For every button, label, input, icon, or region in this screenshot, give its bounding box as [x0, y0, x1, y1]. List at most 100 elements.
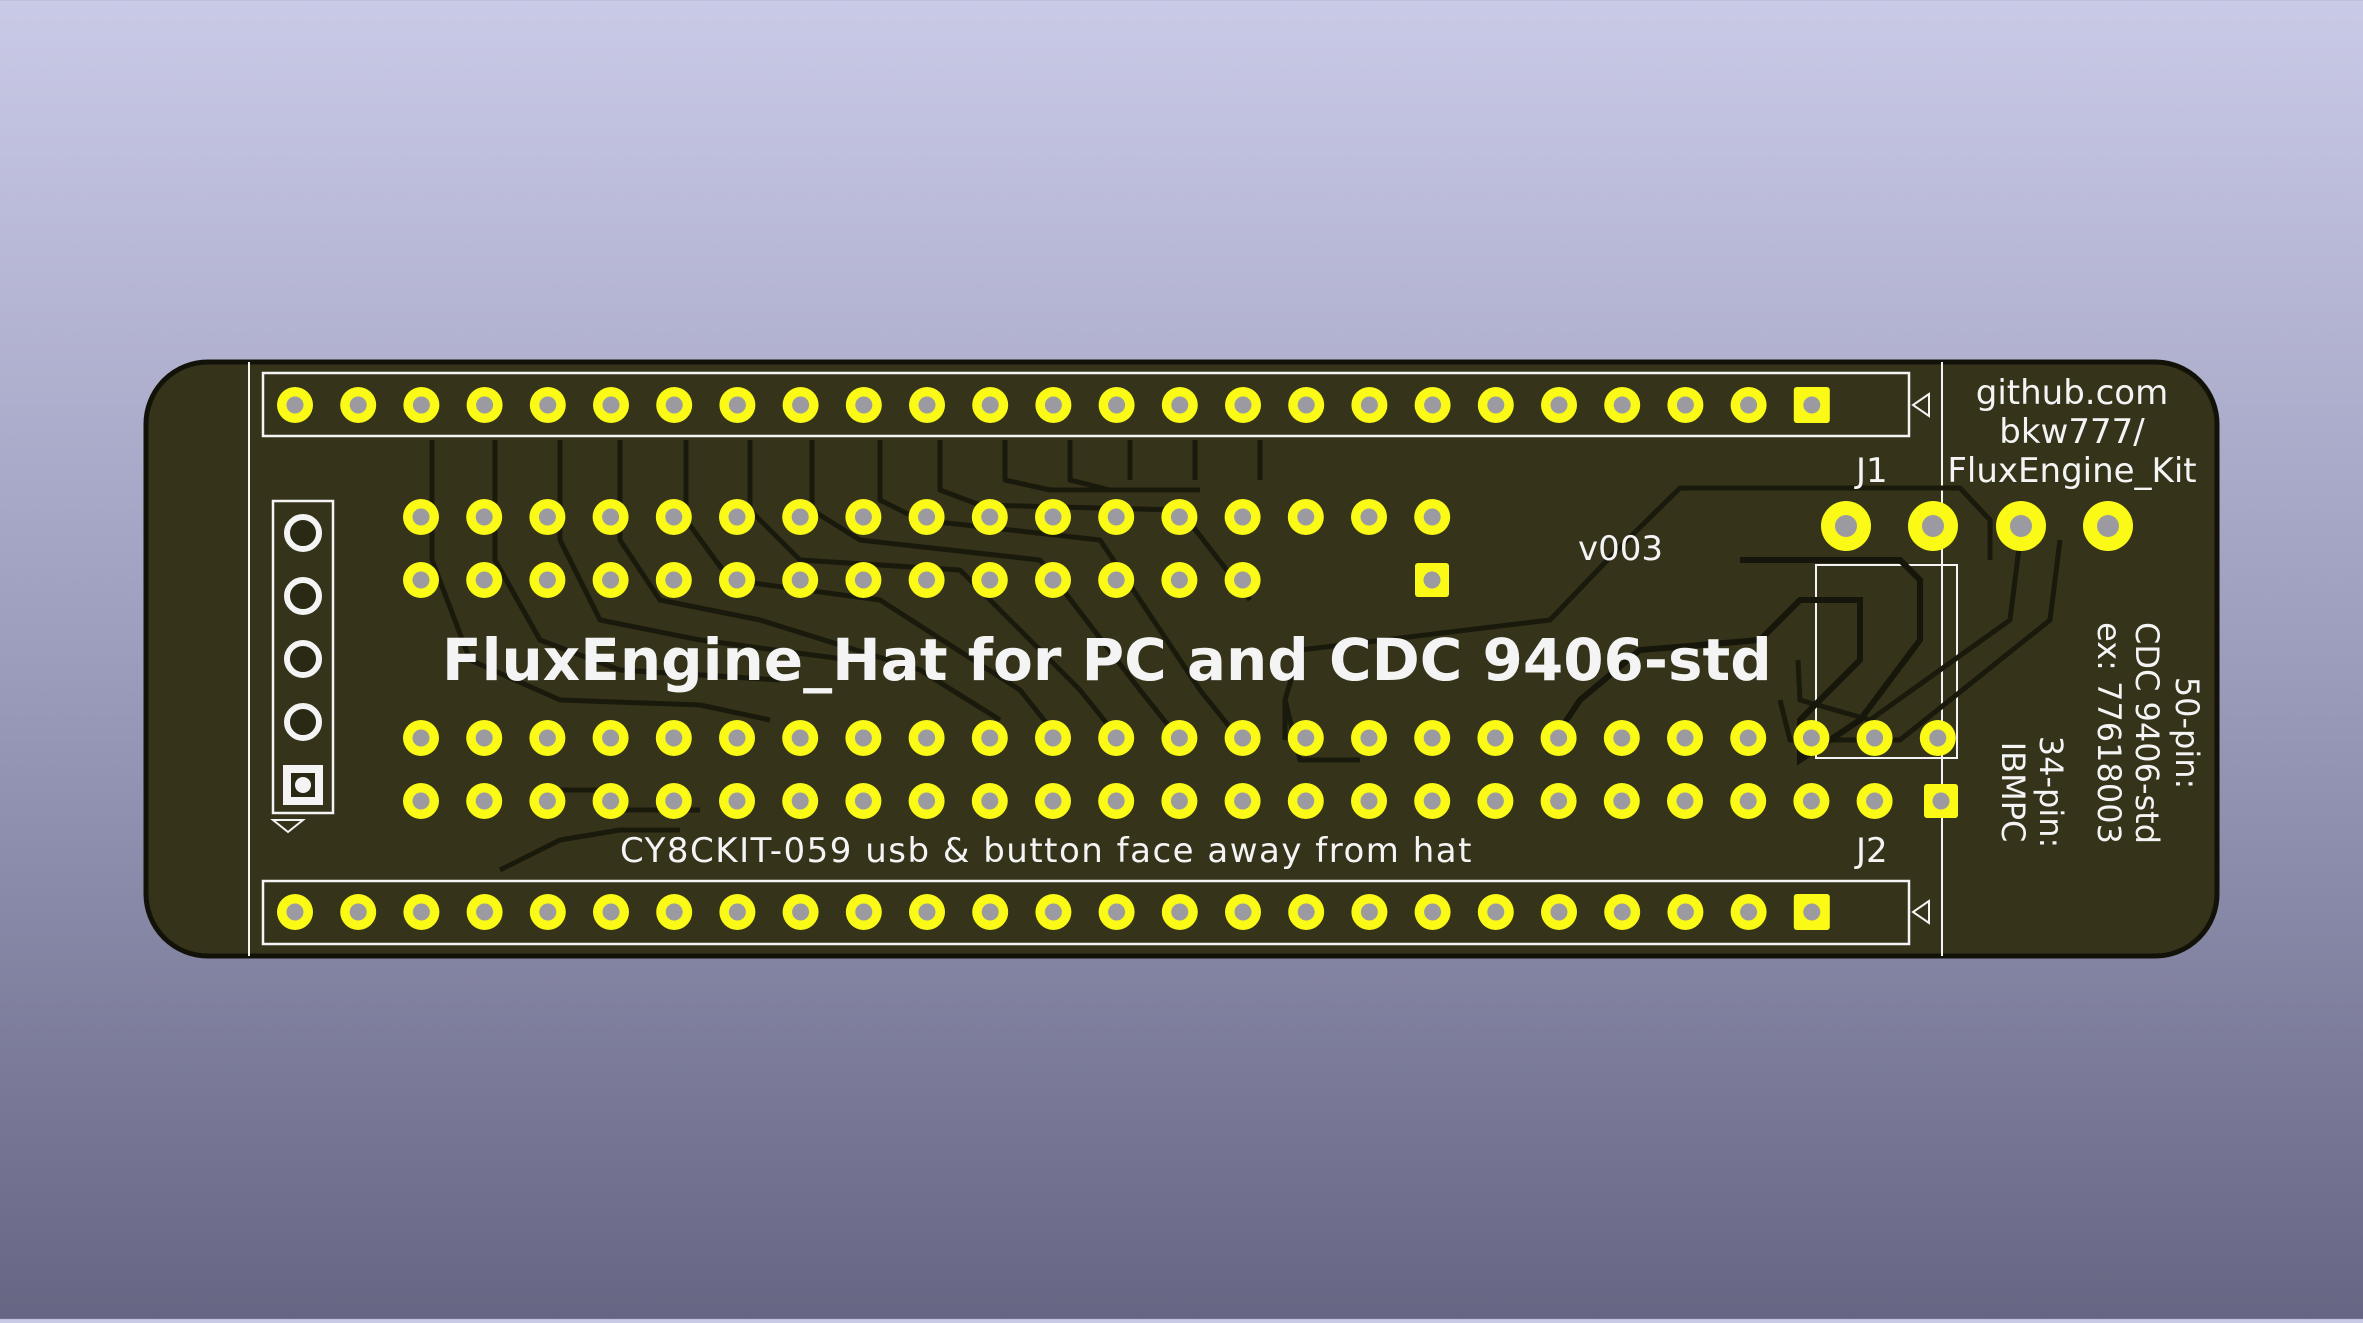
module-lower-row2-pad-drill — [1360, 792, 1378, 810]
module-lower-row1-pad-drill — [728, 729, 746, 747]
connector-large-pad-drill — [1835, 515, 1857, 537]
repo-line-2: bkw777/ — [1999, 412, 2145, 452]
pcb-board-render: FluxEngine_Hat for PC and CDC 9406-std v… — [143, 359, 2220, 959]
j2-bottom-pad-drill — [855, 903, 873, 921]
j1-top-pad-drill — [918, 396, 936, 414]
module-lower-row2-pad-drill — [1234, 792, 1252, 810]
module-upper-row1-pad-drill — [854, 508, 872, 526]
j1-top-pad-drill — [1740, 396, 1758, 414]
module-upper-row2-pad-drill — [728, 571, 746, 589]
j2-bottom-pad-drill — [1550, 903, 1568, 921]
j1-top-pad-drill — [1108, 396, 1126, 414]
module-note: CY8CKIT-059 usb & button face away from … — [620, 831, 1473, 871]
module-upper-square-pad-drill — [1423, 571, 1441, 589]
module-lower-row1-pad-drill — [1866, 729, 1884, 747]
j1-top-pad-drill — [981, 396, 999, 414]
j2-bottom-pad-drill — [1360, 903, 1378, 921]
module-upper-row1-pad-drill — [602, 508, 620, 526]
j1-top-pad-drill — [476, 396, 494, 414]
version-label: v003 — [1578, 529, 1663, 569]
repo-line-3: FluxEngine_Kit — [1947, 451, 2196, 491]
module-upper-row2-pad-drill — [665, 571, 683, 589]
j2-bottom-pad-drill — [981, 903, 999, 921]
module-lower-row1-pad-drill — [791, 729, 809, 747]
j2-bottom-pad-drill — [1676, 903, 1694, 921]
module-lower-row2-pad-drill — [1866, 792, 1884, 810]
j1-top-pad-square-drill — [1803, 396, 1821, 414]
module-upper-row2-pad-drill — [1107, 571, 1125, 589]
module-lower-row2-pad-drill — [1044, 792, 1062, 810]
module-lower-row1-pad-drill — [1107, 729, 1125, 747]
module-upper-row1-pad-drill — [665, 508, 683, 526]
j2-bottom-pad-drill — [1234, 903, 1252, 921]
j1-top-pad-drill — [792, 396, 810, 414]
j2-bottom-pad-drill — [412, 903, 430, 921]
module-upper-row1-pad-drill — [981, 508, 999, 526]
module-upper-row2-pad-drill — [981, 571, 999, 589]
module-upper-row2-pad-drill — [1170, 571, 1188, 589]
module-lower-row2-pad-drill — [412, 792, 430, 810]
j3-pad — [284, 640, 322, 678]
module-lower-row1-pad-drill — [1550, 729, 1568, 747]
module-lower-row2-pad-drill — [475, 792, 493, 810]
j2-bottom-pad-drill — [792, 903, 810, 921]
module-lower-row1-pad-drill — [665, 729, 683, 747]
module-lower-row2-pad-drill — [918, 792, 936, 810]
module-lower-row1-pad-drill — [538, 729, 556, 747]
j2-bottom-pad-drill — [1171, 903, 1189, 921]
module-lower-row1-pad-drill — [1739, 729, 1757, 747]
j3-pad — [284, 514, 322, 552]
j1-top-pad-drill — [1044, 396, 1062, 414]
module-lower-row1-pad-drill — [1676, 729, 1694, 747]
module-upper-row1-pad-drill — [728, 508, 746, 526]
pcb-3d-viewport[interactable]: FluxEngine_Hat for PC and CDC 9406-std v… — [0, 0, 2363, 1319]
pin34-line-2: IBMPC — [1994, 742, 2032, 843]
j1-top-pad-drill — [728, 396, 746, 414]
module-lower-row2-pad-drill — [665, 792, 683, 810]
module-lower-row2-pad-drill — [1802, 792, 1820, 810]
j2-bottom-pad-drill — [918, 903, 936, 921]
module-lower-row2-pad-drill — [1550, 792, 1568, 810]
module-lower-row1-pad-drill — [602, 729, 620, 747]
module-upper-row1-pad-drill — [1107, 508, 1125, 526]
j2-bottom-pad-drill — [1613, 903, 1631, 921]
module-lower-row2-pad-drill — [728, 792, 746, 810]
pin50-line-2: CDC 9406-std — [2128, 622, 2166, 844]
module-lower-row1-pad-drill — [854, 729, 872, 747]
ref-j2: J2 — [1854, 831, 1888, 871]
j3-pad-square-drill — [295, 777, 311, 793]
module-upper-row1-pad-drill — [1297, 508, 1315, 526]
connector-large-pad-drill — [2010, 515, 2032, 537]
module-lower-row1-pad-drill — [1929, 729, 1947, 747]
j2-bottom-pad-drill — [1044, 903, 1062, 921]
j1-top-pad-drill — [1676, 396, 1694, 414]
module-upper-row2-pad-drill — [412, 571, 430, 589]
j3-pad — [284, 577, 322, 615]
module-upper-row2-pad-drill — [791, 571, 809, 589]
ref-j1: J1 — [1854, 451, 1888, 491]
module-lower-row1-pad-drill — [918, 729, 936, 747]
module-lower-row1-pad-drill — [412, 729, 430, 747]
module-upper-row1-pad-drill — [1360, 508, 1378, 526]
j1-top-pad-drill — [286, 396, 304, 414]
module-upper-row2-pad-drill — [854, 571, 872, 589]
module-lower-row2-pad-drill — [981, 792, 999, 810]
module-upper-row1-pad-drill — [1170, 508, 1188, 526]
j2-bottom-pad-drill — [1487, 903, 1505, 921]
module-upper-row2-pad-drill — [1234, 571, 1252, 589]
pin50-line-3: ex: 77618003 — [2090, 622, 2128, 844]
pin50-line-1: 50-pin: — [2168, 677, 2206, 790]
j2-bottom-pad-drill — [1297, 903, 1315, 921]
j1-top-pad-drill — [1487, 396, 1505, 414]
repo-line-1: github.com — [1976, 373, 2168, 413]
j1-top-pad-drill — [1171, 396, 1189, 414]
module-lower-row2-pad-drill — [1613, 792, 1631, 810]
module-lower-row1-pad-drill — [1486, 729, 1504, 747]
j1-top-pad-drill — [349, 396, 367, 414]
j2-bottom-pad-drill — [286, 903, 304, 921]
j2-bottom-pad-drill — [665, 903, 683, 921]
module-lower-row2-pad-drill — [791, 792, 809, 810]
module-lower-row2-pad-drill — [1739, 792, 1757, 810]
j1-top-pad-drill — [602, 396, 620, 414]
module-lower-row1-pad-drill — [1423, 729, 1441, 747]
